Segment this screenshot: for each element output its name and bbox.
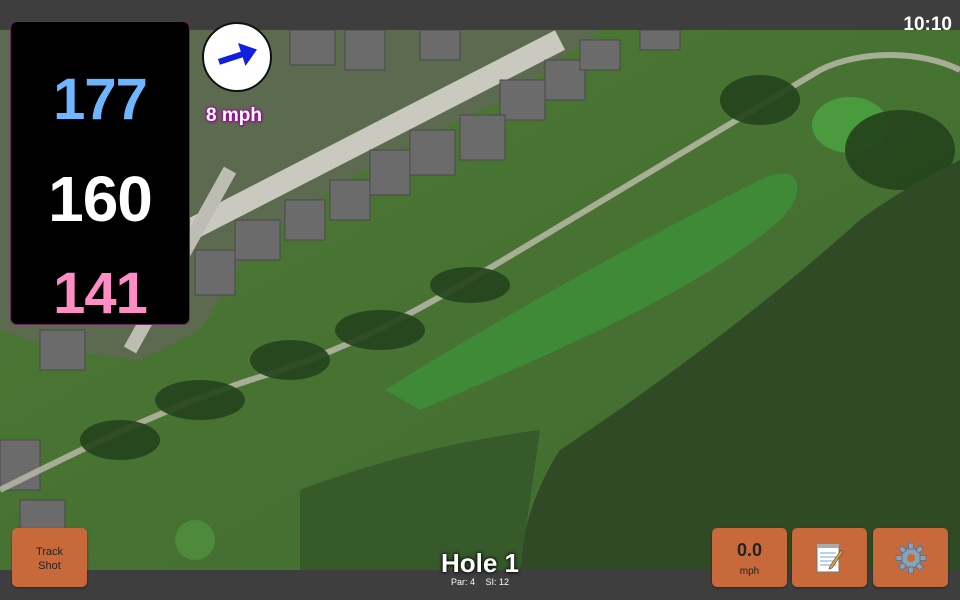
hole-stroke-index: SI: 12: [485, 577, 510, 587]
speed-unit: mph: [739, 566, 760, 577]
clock: 10:10: [903, 14, 952, 35]
gear-icon: [895, 542, 927, 574]
back-distance: 177: [53, 67, 148, 132]
wind-indicator: [202, 22, 272, 92]
settings-button[interactable]: [873, 528, 948, 587]
scorecard-button[interactable]: [792, 528, 867, 587]
notepad-icon: [816, 544, 844, 573]
speed-button[interactable]: 0.0 mph: [712, 528, 787, 587]
front-distance: 141: [53, 261, 148, 326]
speed-value: 0.0: [736, 540, 763, 560]
distance-panel: 177 160 141: [11, 22, 189, 326]
arrow-right-icon: [218, 43, 257, 66]
center-distance: 160: [48, 163, 153, 235]
hole-par: Par: 4: [450, 577, 475, 587]
wind-speed: 8 mph: [206, 105, 262, 126]
